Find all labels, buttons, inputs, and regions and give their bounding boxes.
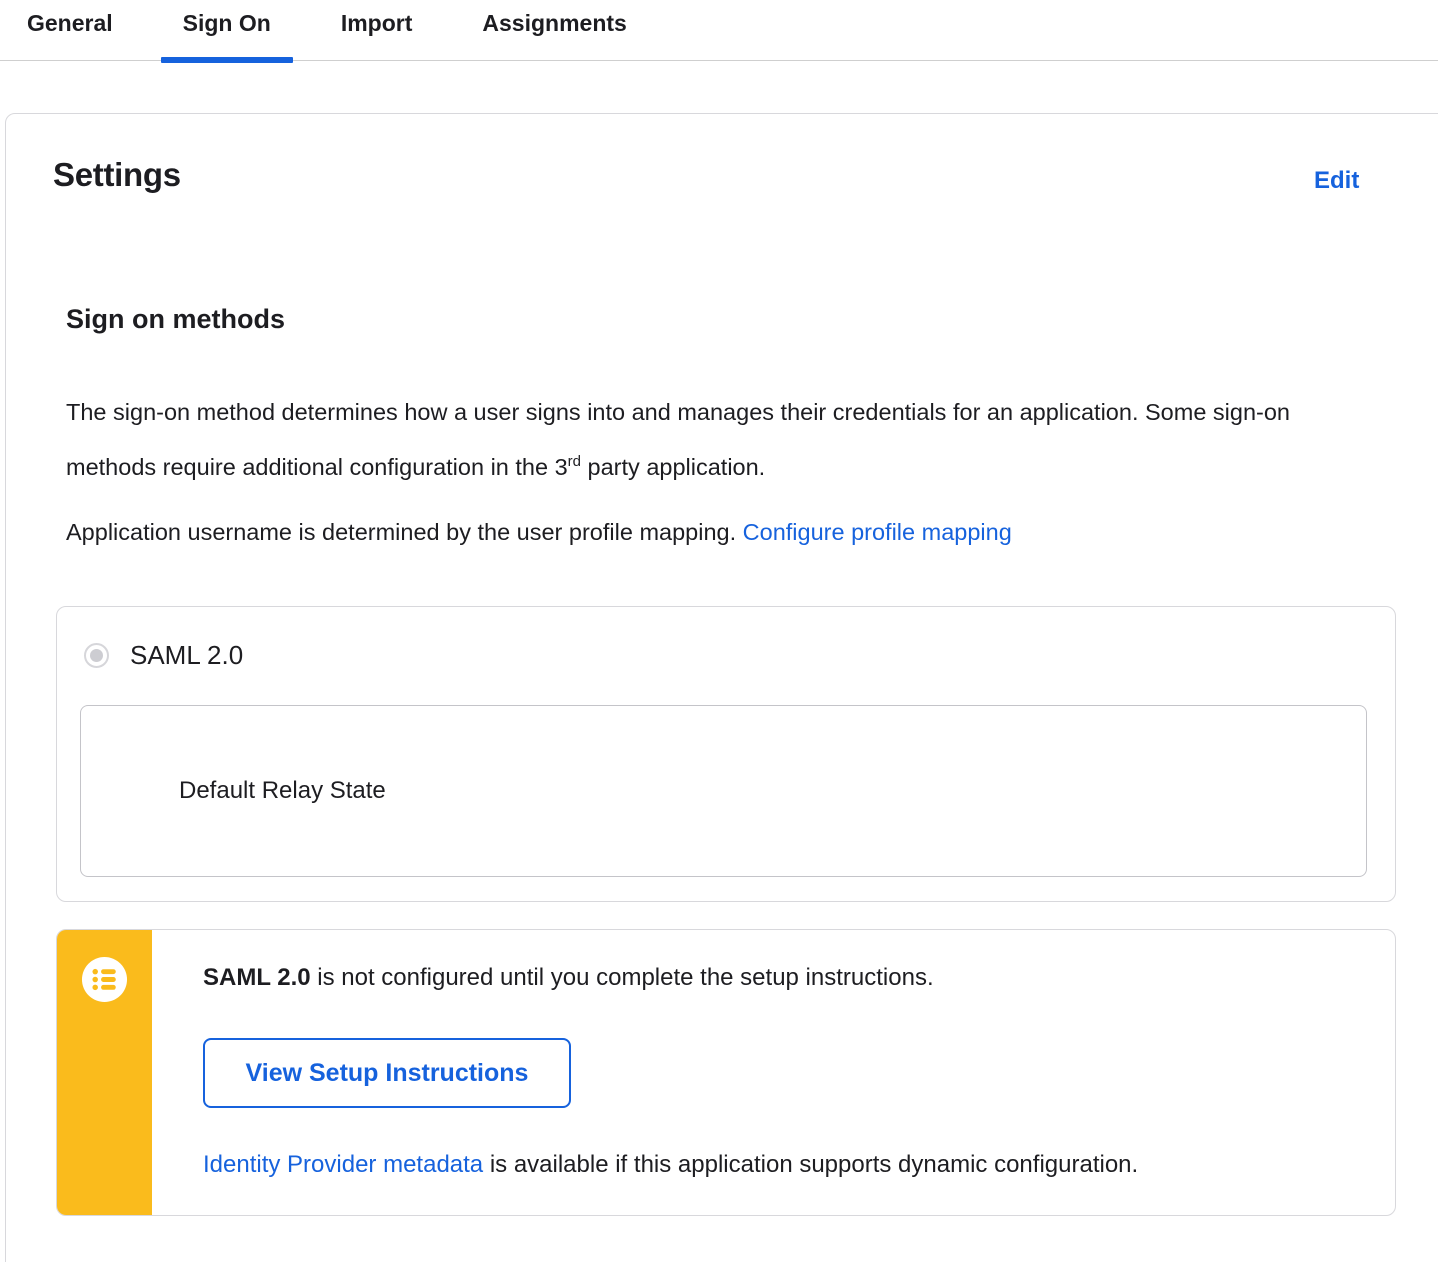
configure-profile-mapping-link[interactable]: Configure profile mapping [743, 519, 1012, 545]
sign-on-description: The sign-on method determines how a user… [66, 388, 1326, 492]
setup-callout: SAML 2.0 is not configured until you com… [56, 929, 1396, 1216]
tab-import[interactable]: Import [319, 0, 435, 61]
ordinal-superscript: rd [567, 453, 582, 470]
username-mapping-label: Application username is determined by th… [66, 519, 743, 545]
view-setup-instructions-button[interactable]: View Setup Instructions [203, 1038, 571, 1108]
metadata-availability-text: is available if this application support… [483, 1151, 1139, 1178]
not-configured-text: is not configured until you complete the… [310, 964, 934, 991]
identity-provider-metadata-line: Identity Provider metadata is available … [203, 1150, 1365, 1180]
username-mapping-text: Application username is determined by th… [66, 508, 1326, 557]
saml-radio-row: SAML 2.0 [84, 640, 243, 671]
saml-radio[interactable] [84, 643, 109, 668]
tab-bar: General Sign On Import Assignments [0, 0, 1438, 63]
callout-warning-stripe [57, 930, 152, 1215]
settings-card: Settings Edit Sign on methods The sign-o… [5, 113, 1438, 1262]
tab-general-label: General [27, 10, 113, 36]
default-relay-state-label: Default Relay State [179, 777, 386, 804]
app-sign-on-page: General Sign On Import Assignments Setti… [0, 0, 1438, 1262]
identity-provider-metadata-link[interactable]: Identity Provider metadata [203, 1151, 483, 1178]
not-configured-message: SAML 2.0 is not configured until you com… [203, 963, 1365, 993]
saml-radio-dot [90, 649, 103, 662]
tab-general[interactable]: General [5, 0, 135, 61]
tab-import-label: Import [340, 10, 413, 36]
saml-method-box: SAML 2.0 Default Relay State [56, 606, 1396, 902]
tab-sign-on-label: Sign On [182, 10, 271, 36]
callout-body: SAML 2.0 is not configured until you com… [203, 930, 1365, 1180]
sign-on-methods-heading: Sign on methods [66, 304, 285, 334]
edit-link[interactable]: Edit [1314, 167, 1359, 195]
saml-bold-label: SAML 2.0 [203, 964, 311, 991]
list-icon [81, 956, 128, 1003]
relay-state-box: Default Relay State [80, 705, 1367, 877]
tab-assignments-label: Assignments [482, 10, 627, 36]
tab-assignments[interactable]: Assignments [460, 0, 648, 61]
settings-title: Settings [53, 156, 181, 193]
saml-radio-label: SAML 2.0 [130, 640, 244, 670]
tab-sign-on[interactable]: Sign On [160, 0, 294, 63]
description-text-tail: party application. [581, 453, 766, 480]
